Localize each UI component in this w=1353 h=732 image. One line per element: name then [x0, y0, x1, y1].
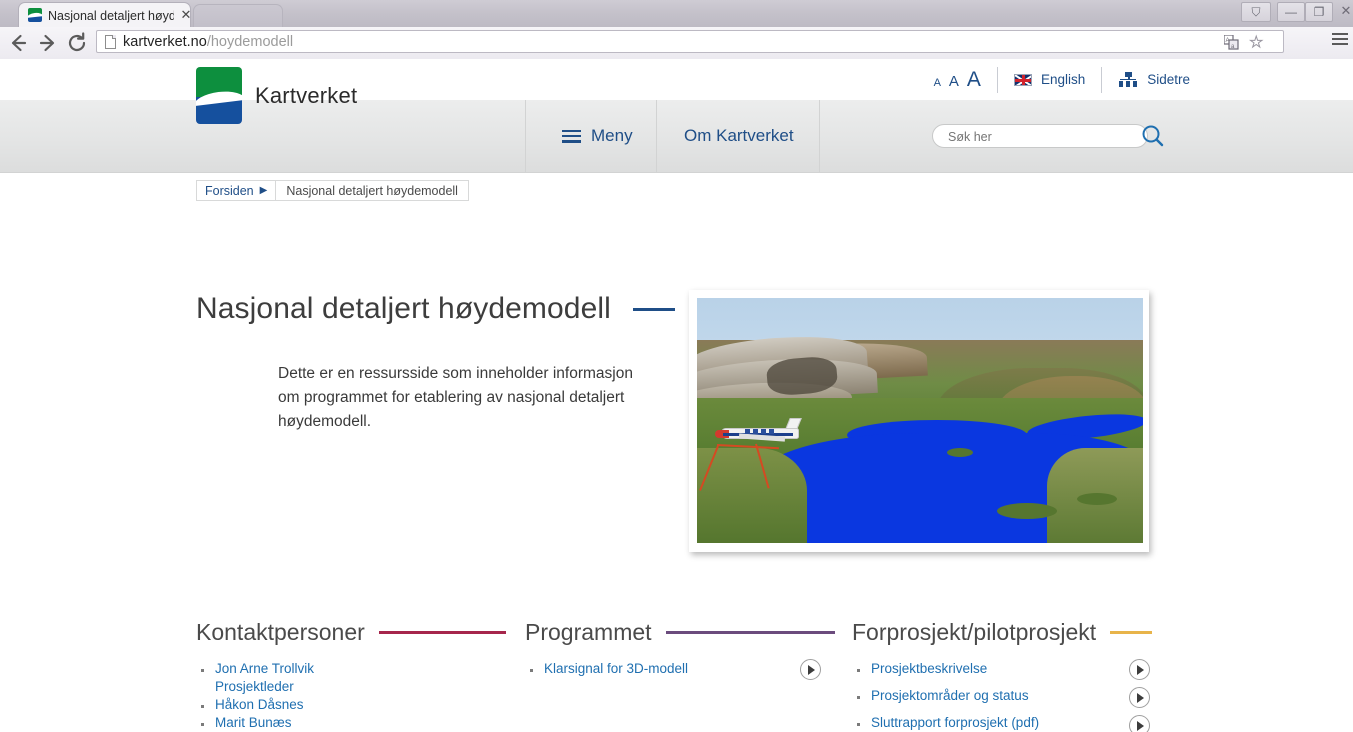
list-item: Jon Arne Trollvik Prosjektleder: [196, 660, 506, 696]
list-item: Prosjektområder og status: [852, 687, 1152, 705]
divider: [525, 100, 526, 172]
browser-tab-title: Nasjonal detaljert høydem: [48, 9, 174, 23]
browser-tab[interactable]: Nasjonal detaljert høydem ✕: [18, 2, 191, 27]
play-arrow-icon[interactable]: [1129, 715, 1150, 732]
divider: [1101, 66, 1103, 93]
airplane-icon: [715, 416, 811, 446]
divider: [996, 66, 998, 93]
sitetree-label: Sidetre: [1147, 72, 1190, 87]
list-item: Sluttrapport forprosjekt (pdf): [852, 714, 1152, 732]
hamburger-menu-icon: [562, 129, 581, 143]
forprosjekt-link[interactable]: Prosjektbeskrivelse: [871, 660, 1121, 678]
list-item: Håkon Dåsnes: [196, 696, 506, 714]
forprosjekt-link[interactable]: Sluttrapport forprosjekt (pdf): [871, 714, 1121, 732]
contact-link[interactable]: Marit Bunæs: [215, 714, 506, 732]
address-bar[interactable]: kartverket.no/hoydemodell Aa ★: [96, 30, 1284, 53]
search-icon[interactable]: [1139, 122, 1167, 150]
web-page: A A A English Sidetre Kartverket Meny Om…: [0, 59, 1353, 732]
browser-menu-icon[interactable]: [1332, 33, 1348, 47]
programme-list: Klarsignal for 3D-modell: [525, 660, 835, 678]
column-heading: Programmet: [525, 619, 835, 646]
breadcrumb-home-label: Forsiden: [205, 183, 254, 198]
back-arrow-icon[interactable]: [6, 31, 30, 55]
intro-paragraph: Dette er en ressursside som inneholder i…: [278, 365, 633, 430]
list-item: Klarsignal for 3D-modell: [525, 660, 835, 678]
address-bar-url: kartverket.no/hoydemodell: [123, 34, 294, 50]
language-english-label: English: [1040, 72, 1086, 87]
column-forprosjekt: Forprosjekt/pilotprosjekt Prosjektbeskri…: [852, 619, 1152, 732]
breadcrumb-home-link[interactable]: Forsiden ▶: [197, 184, 275, 198]
column-heading-text: Forprosjekt/pilotprosjekt: [852, 619, 1097, 645]
site-logo-link[interactable]: Kartverket: [196, 67, 357, 124]
search-input[interactable]: [946, 125, 1110, 149]
sitemap-icon: [1118, 71, 1138, 88]
kartverket-logo-icon: [196, 67, 242, 124]
forward-arrow-icon[interactable]: [36, 31, 60, 55]
nav-menu-label: Meny: [591, 126, 633, 145]
page-document-icon: [105, 35, 116, 49]
font-size-controls: A A A: [934, 68, 981, 92]
close-tab-icon[interactable]: ✕: [179, 8, 193, 22]
list-item: Prosjektbeskrivelse: [852, 660, 1152, 678]
heading-rule: [665, 631, 835, 634]
column-heading-text: Programmet: [525, 619, 652, 645]
svg-text:A: A: [1226, 38, 1230, 44]
nav-about-link[interactable]: Om Kartverket: [684, 100, 794, 172]
contact-list: Jon Arne Trollvik Prosjektleder Håkon Då…: [196, 660, 506, 732]
hero-image-frame: [689, 290, 1149, 552]
translate-icon[interactable]: Aa: [1223, 34, 1239, 50]
divider: [819, 100, 820, 172]
window-minimize-button[interactable]: —: [1277, 2, 1305, 22]
column-programmet: Programmet Klarsignal for 3D-modell: [525, 619, 835, 688]
font-size-medium-button[interactable]: A: [949, 73, 959, 90]
favicon-kartverket-icon: [28, 8, 42, 22]
search-box[interactable]: [932, 124, 1148, 149]
window-maximize-button[interactable]: ❐: [1305, 2, 1333, 22]
column-kontaktpersoner: Kontaktpersoner Jon Arne Trollvik Prosje…: [196, 619, 506, 732]
reload-icon[interactable]: [65, 31, 89, 55]
heading-rule: [1110, 631, 1152, 634]
contact-link[interactable]: Håkon Dåsnes: [215, 696, 506, 714]
window-close-button[interactable]: ✕: [1333, 2, 1353, 22]
breadcrumb-current: Nasjonal detaljert høydemodell: [286, 183, 458, 198]
font-size-large-button[interactable]: A: [967, 68, 981, 92]
contact-role: Prosjektleder: [215, 679, 294, 694]
uk-flag-icon: [1013, 73, 1032, 86]
page-title-text: Nasjonal detaljert høydemodell: [196, 292, 611, 325]
language-english-link[interactable]: English: [1013, 72, 1086, 87]
chevron-right-icon: ▶: [259, 184, 268, 196]
breadcrumb: Forsiden ▶ Nasjonal detaljert høydemodel…: [196, 180, 469, 201]
play-arrow-icon[interactable]: [800, 659, 821, 680]
hero-terrain-image: [697, 298, 1143, 543]
browser-window: Nasjonal detaljert høydem ✕ ⛉ — ❐ ✕ kart…: [0, 0, 1353, 732]
heading-rule: [378, 631, 506, 634]
new-tab-button[interactable]: [193, 4, 283, 27]
sitetree-link[interactable]: Sidetre: [1118, 71, 1190, 88]
forprosjekt-list: Prosjektbeskrivelse Prosjektområder og s…: [852, 660, 1152, 732]
forprosjekt-link[interactable]: Prosjektområder og status: [871, 687, 1121, 705]
user-profile-button[interactable]: ⛉: [1241, 2, 1271, 22]
play-arrow-icon[interactable]: [1129, 687, 1150, 708]
column-heading: Forprosjekt/pilotprosjekt: [852, 619, 1152, 646]
divider: [656, 100, 657, 172]
play-arrow-icon[interactable]: [1129, 659, 1150, 680]
title-rule: [632, 307, 675, 311]
column-heading: Kontaktpersoner: [196, 619, 506, 646]
browser-tab-bar: Nasjonal detaljert høydem ✕ ⛉ — ❐ ✕: [0, 0, 1353, 27]
page-title: Nasjonal detaljert høydemodell: [196, 292, 675, 326]
list-item: Marit Bunæs: [196, 714, 506, 732]
contact-link[interactable]: Jon Arne Trollvik: [215, 660, 506, 678]
bookmark-star-icon[interactable]: ★: [1249, 35, 1263, 51]
nav-menu-button[interactable]: Meny: [562, 100, 633, 172]
font-size-small-button[interactable]: A: [934, 77, 941, 89]
programme-link[interactable]: Klarsignal for 3D-modell: [544, 660, 835, 678]
column-heading-text: Kontaktpersoner: [196, 619, 365, 645]
brand-name: Kartverket: [255, 82, 358, 108]
